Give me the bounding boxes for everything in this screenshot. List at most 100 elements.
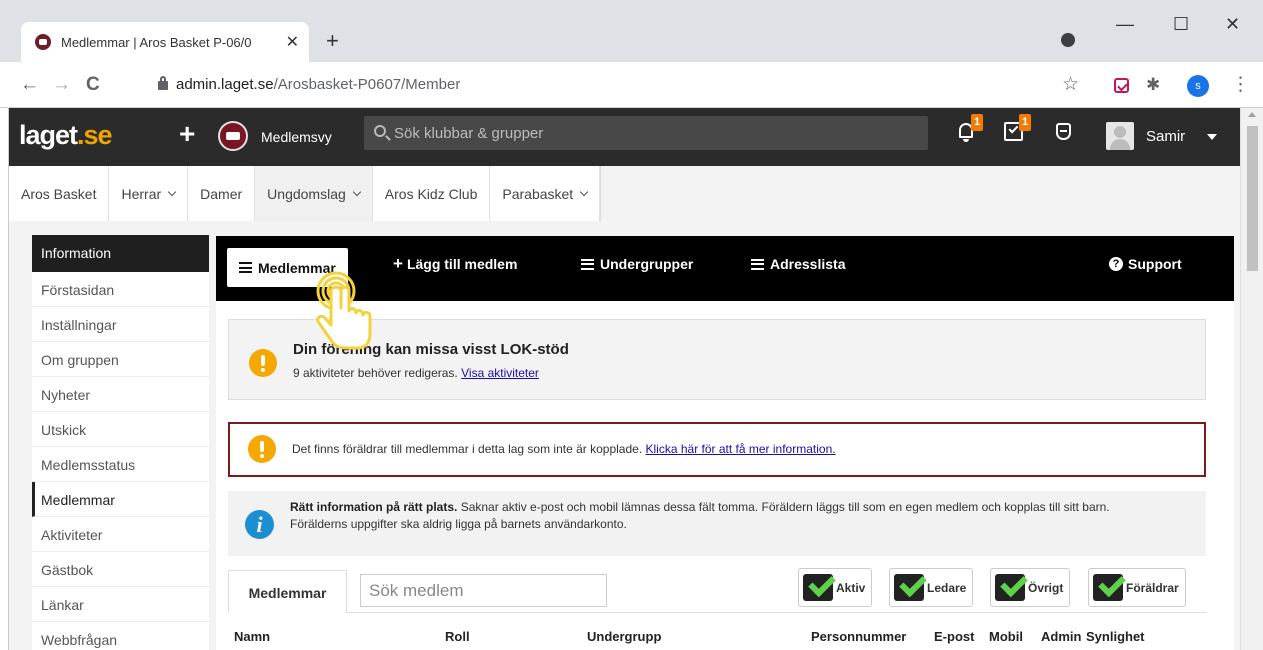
notifications-bell-icon[interactable]: 1: [957, 114, 983, 142]
window-maximize-button[interactable]: ☐: [1173, 14, 1189, 35]
window-minimize-button[interactable]: —: [1116, 14, 1134, 35]
browser-tab[interactable]: Medlemmar | Aros Basket P-06/0 ✕: [21, 22, 309, 62]
browser-menu-icon[interactable]: ⋮: [1231, 73, 1250, 96]
user-name[interactable]: Samir: [1146, 128, 1185, 145]
parents-notice: Det finns föräldrar till medlemmar i det…: [228, 422, 1206, 477]
club-logo-icon[interactable]: [218, 121, 248, 151]
site-logo[interactable]: laget.se: [19, 120, 113, 151]
window-close-button[interactable]: ✕: [1225, 14, 1240, 35]
warning-icon: [248, 435, 276, 463]
notifications-badge: 1: [971, 114, 983, 131]
tasks-check-icon[interactable]: 1: [1004, 114, 1031, 141]
members-table-header: Namn Roll Undergrupp Personnummer E-post Mobi…: [228, 621, 1206, 650]
tab-members[interactable]: Medlemmar: [228, 570, 347, 613]
sidebar-item-webbfrågan[interactable]: Webbfrågan: [32, 622, 209, 650]
filter-ledare-button[interactable]: Ledare: [889, 568, 974, 607]
view-label[interactable]: Medlemsvy: [261, 129, 332, 145]
browser-profile-indicator-icon[interactable]: [1061, 33, 1075, 47]
add-member-button[interactable]: + Lägg till medlem: [393, 255, 517, 272]
nav-item-aros-basket[interactable]: Aros Basket: [9, 166, 110, 221]
filter-label: Aktiv: [836, 580, 866, 595]
page-scrollbar[interactable]: [1240, 108, 1263, 650]
warning-icon: [249, 349, 277, 377]
column-header-undergrupp[interactable]: Undergrupp: [587, 629, 661, 644]
member-search-input[interactable]: [360, 574, 607, 607]
shield-icon[interactable]: [1056, 123, 1071, 140]
list-icon: [239, 262, 252, 273]
chevron-down-icon: [167, 187, 177, 197]
new-tab-button[interactable]: +: [326, 28, 339, 54]
sidebar-header[interactable]: Information: [32, 235, 209, 272]
url-host: admin.laget.se: [176, 76, 274, 93]
nav-item-ungdomslag[interactable]: Ungdomslag: [255, 166, 373, 221]
browser-profile-avatar[interactable]: s: [1187, 75, 1209, 97]
column-header-personnummer[interactable]: Personnummer: [811, 629, 906, 644]
list-icon: [581, 258, 594, 270]
nav-item-label: Herrar: [121, 185, 162, 202]
tab-close-icon[interactable]: ✕: [286, 32, 299, 52]
scrollbar-thumb[interactable]: [1247, 126, 1258, 271]
parents-notice-text: Det finns föräldrar till medlemmar i det…: [292, 442, 836, 456]
sidebar-item-länkar[interactable]: Länkar: [32, 587, 209, 622]
sidebar-item-förstasidan[interactable]: Förstasidan: [32, 272, 209, 307]
sidebar-item-gästbok[interactable]: Gästbok: [32, 552, 209, 587]
filter-övrigt-button[interactable]: Övrigt: [990, 568, 1071, 607]
column-header-roll[interactable]: Roll: [445, 629, 470, 644]
lock-icon[interactable]: [158, 76, 168, 90]
sidebar-item-medlemsstatus[interactable]: Medlemsstatus: [32, 447, 209, 482]
lok-notice-text: 9 aktiviteter behöver redigeras. Visa ak…: [293, 366, 539, 380]
nav-item-parabasket[interactable]: Parabasket: [490, 166, 601, 221]
column-header-mobil[interactable]: Mobil: [989, 629, 1023, 644]
help-icon: ?: [1109, 257, 1123, 271]
column-header-synlighet[interactable]: Synlighet: [1086, 629, 1145, 644]
parents-info-link[interactable]: Klicka här för att få mer information.: [646, 442, 836, 456]
checkmark-icon: [1093, 574, 1123, 601]
nav-item-aros-kidz-club[interactable]: Aros Kidz Club: [373, 166, 491, 221]
nav-item-herrar[interactable]: Herrar: [109, 166, 189, 221]
reload-icon[interactable]: C: [86, 74, 100, 96]
extensions-puzzle-icon[interactable]: ✱: [1146, 75, 1160, 95]
sidebar-item-nyheter[interactable]: Nyheter: [32, 377, 209, 412]
forward-arrow-icon[interactable]: →: [52, 74, 71, 96]
column-header-namn[interactable]: Namn: [234, 629, 270, 644]
site-search[interactable]: [364, 116, 928, 150]
sidebar-item-aktiviteter[interactable]: Aktiviteter: [32, 517, 209, 552]
site-favicon-icon: [35, 34, 51, 50]
address-bar[interactable]: admin.laget.se/Arosbasket-P0607/Member: [176, 76, 460, 93]
sidebar-item-medlemmar[interactable]: Medlemmar: [32, 482, 209, 517]
site-topbar: laget.se + Medlemsvy 1 1 Samir: [9, 108, 1240, 166]
chevron-down-icon: [579, 187, 589, 197]
extension-icon[interactable]: [1114, 78, 1129, 93]
browser-tabstrip: Medlemmar | Aros Basket P-06/0 ✕ + — ☐ ✕: [0, 0, 1263, 62]
nav-item-label: Parabasket: [502, 185, 574, 202]
search-icon: [374, 125, 386, 137]
sidebar-item-utskick[interactable]: Utskick: [32, 412, 209, 447]
user-menu-caret-icon[interactable]: [1207, 134, 1217, 140]
sidebar-item-inställningar[interactable]: Inställningar: [32, 307, 209, 342]
address-list-button[interactable]: Adresslista: [751, 256, 845, 272]
nav-item-label: Damer: [200, 185, 243, 202]
nav-item-damer[interactable]: Damer: [188, 166, 256, 221]
filter-label: Övrigt: [1028, 580, 1064, 595]
tab-title: Medlemmar | Aros Basket P-06/0: [61, 34, 252, 50]
add-button[interactable]: +: [179, 120, 195, 148]
filter-aktiv-button[interactable]: Aktiv: [798, 568, 873, 607]
sidebar-item-om-gruppen[interactable]: Om gruppen: [32, 342, 209, 377]
user-avatar[interactable]: [1106, 122, 1134, 150]
bookmark-star-icon[interactable]: ☆: [1062, 73, 1079, 96]
subgroups-button[interactable]: Undergrupper: [581, 256, 693, 272]
support-button[interactable]: ? Support: [1109, 256, 1182, 272]
show-activities-link[interactable]: Visa aktiviteter: [461, 366, 539, 380]
column-header-admin[interactable]: Admin: [1041, 629, 1081, 644]
chevron-down-icon: [352, 187, 362, 197]
tasks-badge: 1: [1019, 114, 1031, 131]
member-toolbar: Medlemmar Aktiv Ledare Övrigt Föräldrar: [228, 568, 1206, 613]
filter-föräldrar-button[interactable]: Föräldrar: [1088, 568, 1186, 607]
back-arrow-icon[interactable]: ←: [20, 74, 39, 96]
filter-label: Föräldrar: [1126, 580, 1179, 595]
site-search-input[interactable]: [394, 120, 914, 146]
info-icon: i: [245, 510, 274, 539]
group-nav: Aros Basket Herrar Damer Ungdomslag Aros Kid…: [9, 166, 602, 221]
column-header-e-post[interactable]: E-post: [934, 629, 974, 644]
scroll-up-icon[interactable]: [1248, 112, 1256, 117]
